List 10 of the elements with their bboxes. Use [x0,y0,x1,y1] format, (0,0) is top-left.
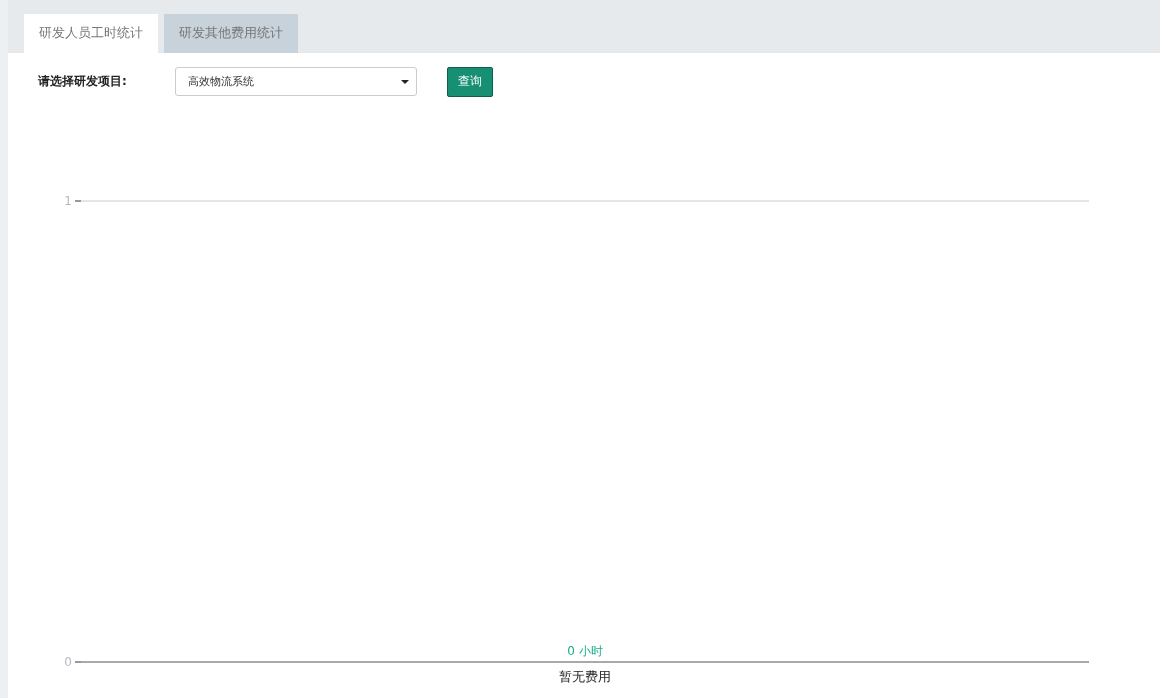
tab[interactable]: 研发其他费用统计 [164,13,298,53]
value-label: 0 小时 [567,643,603,658]
caret-icon [401,79,409,84]
y-tick-label: 0 [64,654,72,669]
category-label: 暂无费用 [559,668,611,684]
tab[interactable]: 研发人员工时统计 [24,13,158,53]
project-label: 请选择研发项目: [38,73,128,91]
project-select[interactable]: 高效物流系统 [175,67,417,97]
query-button[interactable]: 查询 [447,66,493,97]
y-tick-label: 1 [64,193,72,208]
